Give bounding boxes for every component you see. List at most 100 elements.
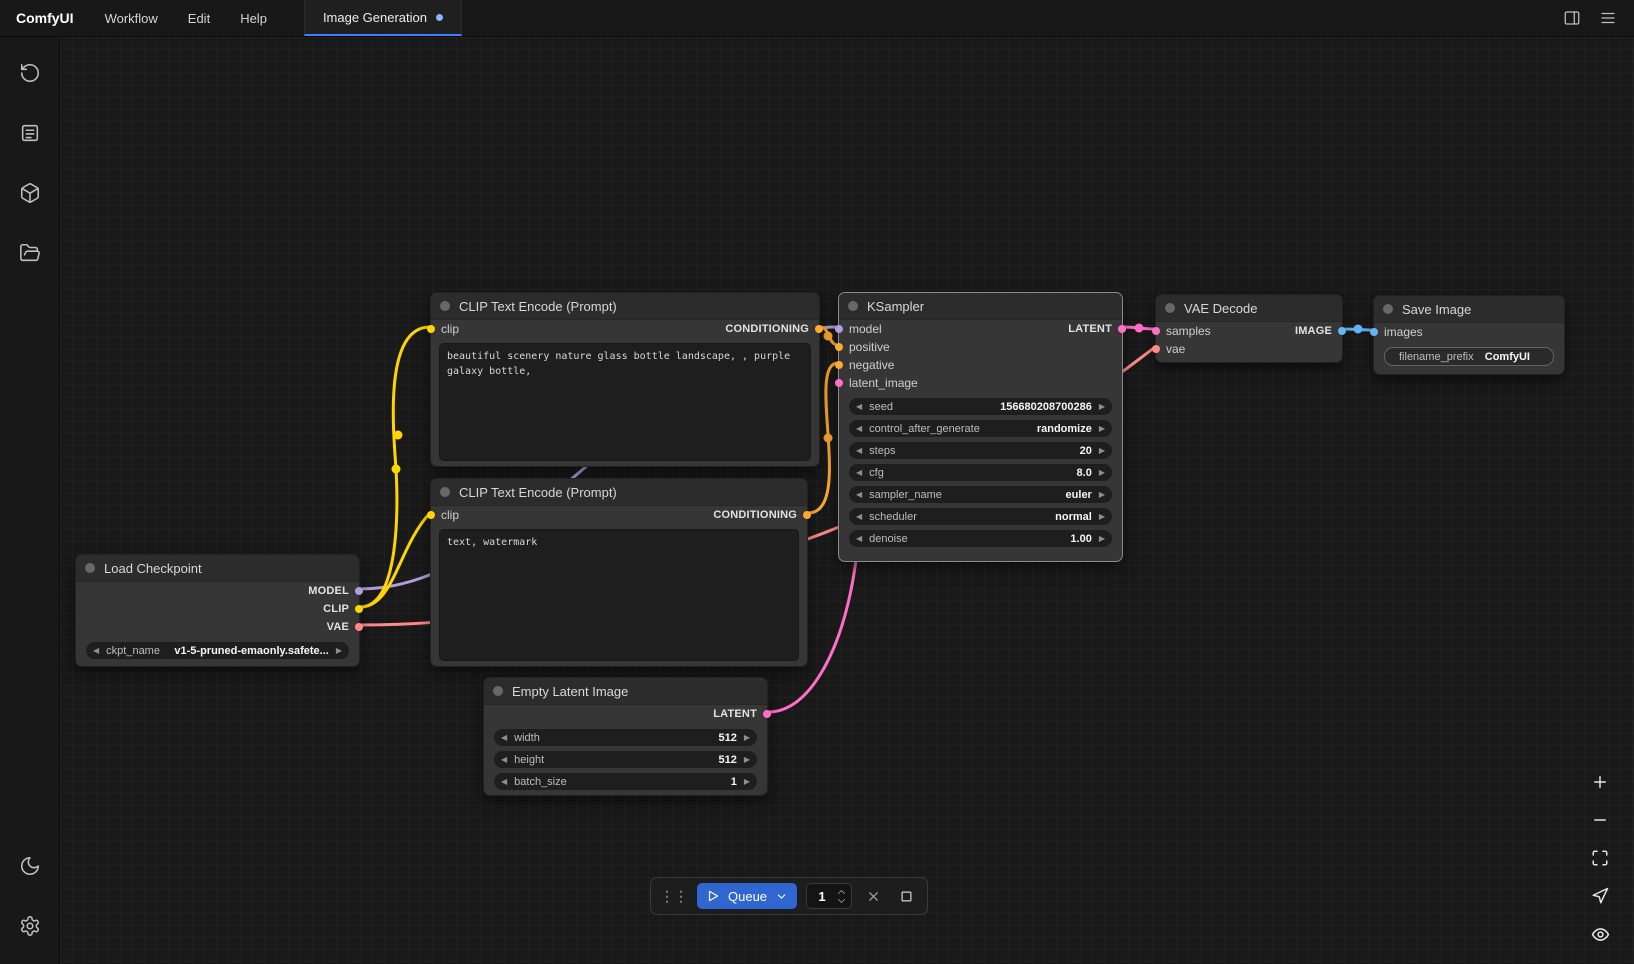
increment-arrow-icon[interactable]: ▶ xyxy=(1099,469,1105,477)
node-header[interactable]: KSampler xyxy=(839,293,1122,320)
node-ksampler[interactable]: KSampler model LATENT positive xyxy=(838,292,1123,562)
increment-arrow-icon[interactable]: ▶ xyxy=(1099,535,1105,543)
collapse-toggle-icon[interactable] xyxy=(440,487,450,497)
negative-prompt-textarea[interactable]: text, watermark xyxy=(439,529,799,661)
node-clip-text-encode-positive[interactable]: CLIP Text Encode (Prompt) clip CONDITION… xyxy=(430,292,820,467)
widget-width[interactable]: ◀ width 512 ▶ xyxy=(494,729,757,746)
toggle-panel-button[interactable] xyxy=(1558,4,1586,32)
decrement-arrow-icon[interactable]: ◀ xyxy=(856,425,862,433)
widget-steps[interactable]: ◀ steps 20 ▶ xyxy=(849,442,1112,459)
node-header[interactable]: CLIP Text Encode (Prompt) xyxy=(431,293,819,320)
widget-height[interactable]: ◀ height 512 ▶ xyxy=(494,751,757,768)
widget-scheduler[interactable]: ◀ scheduler normal ▶ xyxy=(849,508,1112,525)
menu-help[interactable]: Help xyxy=(225,0,282,36)
sidebar-item-node-library[interactable] xyxy=(10,113,50,153)
graph-canvas[interactable]: CLIP Text Encode (Prompt) clip CONDITION… xyxy=(60,37,1634,964)
widget-denoise[interactable]: ◀ denoise 1.00 ▶ xyxy=(849,530,1112,547)
widget-sampler-name[interactable]: ◀ sampler_name euler ▶ xyxy=(849,486,1112,503)
decrement-arrow-icon[interactable]: ◀ xyxy=(856,403,862,411)
collapse-toggle-icon[interactable] xyxy=(440,301,450,311)
decrement-arrow-icon[interactable]: ◀ xyxy=(93,647,99,655)
node-save-image[interactable]: Save Image images filename_prefix ComfyU… xyxy=(1373,295,1565,375)
input-port-latent-image[interactable]: latent_image xyxy=(849,374,918,392)
widget-filename-prefix[interactable]: filename_prefix ComfyUI xyxy=(1384,347,1554,366)
output-port-vae[interactable]: VAE xyxy=(327,618,349,636)
node-header[interactable]: CLIP Text Encode (Prompt) xyxy=(431,479,807,506)
widget-control-after-generate[interactable]: ◀ control_after_generate randomize ▶ xyxy=(849,420,1112,437)
output-port-conditioning[interactable]: CONDITIONING xyxy=(713,506,797,524)
input-port-model[interactable]: model xyxy=(849,320,882,338)
increment-arrow-icon[interactable]: ▶ xyxy=(1099,403,1105,411)
stepper-up-icon[interactable] xyxy=(837,889,846,895)
increment-arrow-icon[interactable]: ▶ xyxy=(744,756,750,764)
decrement-arrow-icon[interactable]: ◀ xyxy=(501,756,507,764)
sidebar-item-queue-history[interactable] xyxy=(10,53,50,93)
increment-arrow-icon[interactable]: ▶ xyxy=(1099,513,1105,521)
tab-image-generation[interactable]: Image Generation xyxy=(304,0,462,36)
sidebar-item-workflows[interactable] xyxy=(10,233,50,273)
reroute-dot[interactable] xyxy=(1354,325,1363,334)
increment-arrow-icon[interactable]: ▶ xyxy=(744,734,750,742)
output-port-latent[interactable]: LATENT xyxy=(1068,320,1112,338)
output-port-latent[interactable]: LATENT xyxy=(713,705,757,723)
reroute-dot[interactable] xyxy=(824,332,833,341)
node-header[interactable]: VAE Decode xyxy=(1156,295,1342,322)
widget-ckpt-name[interactable]: ◀ ckpt_name v1-5-pruned-emaonly.safete..… xyxy=(86,642,349,659)
menu-workflow[interactable]: Workflow xyxy=(90,0,173,36)
chevron-down-icon[interactable] xyxy=(775,890,788,903)
output-port-conditioning[interactable]: CONDITIONING xyxy=(725,320,809,338)
output-port-model[interactable]: MODEL xyxy=(308,582,349,600)
clear-queue-button[interactable] xyxy=(861,884,885,908)
node-header[interactable]: Empty Latent Image xyxy=(484,678,767,705)
zoom-out-button[interactable] xyxy=(1588,808,1612,832)
reroute-dot[interactable] xyxy=(392,465,401,474)
select-mode-button[interactable] xyxy=(1588,884,1612,908)
menu-edit[interactable]: Edit xyxy=(173,0,225,36)
node-load-checkpoint[interactable]: Load Checkpoint MODEL CLIP VAE xyxy=(75,554,360,667)
output-port-clip[interactable]: CLIP xyxy=(323,600,349,618)
input-port-samples[interactable]: samples xyxy=(1166,322,1211,340)
settings-button[interactable] xyxy=(10,906,50,946)
collapse-toggle-icon[interactable] xyxy=(1165,303,1175,313)
stop-button[interactable] xyxy=(894,884,918,908)
node-empty-latent-image[interactable]: Empty Latent Image LATENT ◀ width 512 ▶ … xyxy=(483,677,768,796)
node-header[interactable]: Save Image xyxy=(1374,296,1564,323)
theme-toggle-button[interactable] xyxy=(10,846,50,886)
batch-count-value[interactable]: 1 xyxy=(807,889,837,904)
collapse-toggle-icon[interactable] xyxy=(1383,304,1393,314)
widget-cfg[interactable]: ◀ cfg 8.0 ▶ xyxy=(849,464,1112,481)
input-port-negative[interactable]: negative xyxy=(849,356,894,374)
toggle-visibility-button[interactable] xyxy=(1588,922,1612,946)
positive-prompt-textarea[interactable]: beautiful scenery nature glass bottle la… xyxy=(439,343,811,461)
widget-batch-size[interactable]: ◀ batch_size 1 ▶ xyxy=(494,773,757,790)
input-port-vae[interactable]: vae xyxy=(1166,340,1185,358)
collapse-toggle-icon[interactable] xyxy=(85,563,95,573)
collapse-toggle-icon[interactable] xyxy=(493,686,503,696)
input-port-images[interactable]: images xyxy=(1384,323,1423,341)
node-header[interactable]: Load Checkpoint xyxy=(76,555,359,582)
collapse-toggle-icon[interactable] xyxy=(848,301,858,311)
decrement-arrow-icon[interactable]: ◀ xyxy=(501,778,507,786)
increment-arrow-icon[interactable]: ▶ xyxy=(744,778,750,786)
input-port-clip[interactable]: clip xyxy=(441,506,459,524)
batch-count-stepper[interactable]: 1 xyxy=(806,883,852,909)
decrement-arrow-icon[interactable]: ◀ xyxy=(856,447,862,455)
output-port-image[interactable]: IMAGE xyxy=(1295,322,1332,340)
widget-seed[interactable]: ◀ seed 156680208700286 ▶ xyxy=(849,398,1112,415)
main-menu-button[interactable] xyxy=(1594,4,1622,32)
increment-arrow-icon[interactable]: ▶ xyxy=(1099,425,1105,433)
stepper-down-icon[interactable] xyxy=(837,898,846,904)
increment-arrow-icon[interactable]: ▶ xyxy=(1099,491,1105,499)
queue-button[interactable]: Queue xyxy=(697,883,797,909)
input-port-positive[interactable]: positive xyxy=(849,338,890,356)
decrement-arrow-icon[interactable]: ◀ xyxy=(856,469,862,477)
reroute-dot[interactable] xyxy=(394,431,403,440)
decrement-arrow-icon[interactable]: ◀ xyxy=(501,734,507,742)
zoom-in-button[interactable] xyxy=(1588,770,1612,794)
decrement-arrow-icon[interactable]: ◀ xyxy=(856,513,862,521)
fit-view-button[interactable] xyxy=(1588,846,1612,870)
increment-arrow-icon[interactable]: ▶ xyxy=(336,647,342,655)
decrement-arrow-icon[interactable]: ◀ xyxy=(856,535,862,543)
increment-arrow-icon[interactable]: ▶ xyxy=(1099,447,1105,455)
node-vae-decode[interactable]: VAE Decode samples IMAGE vae xyxy=(1155,294,1343,363)
